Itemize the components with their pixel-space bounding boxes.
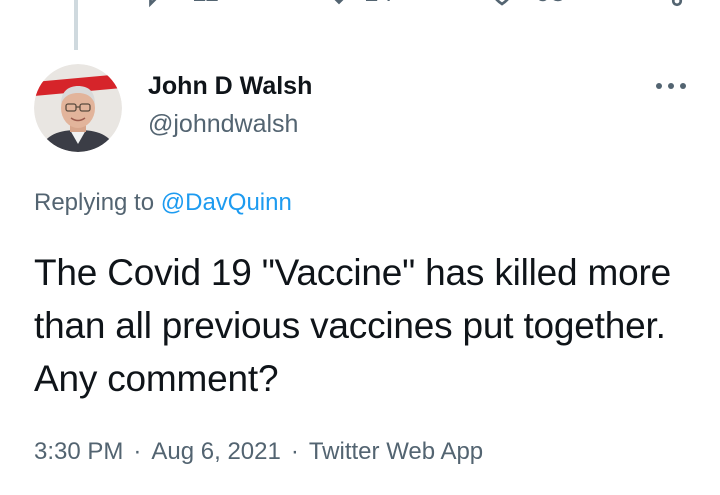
like-icon [495, 0, 509, 6]
tweet-source[interactable]: Twitter Web App [309, 438, 483, 466]
tweet-metadata: 3:30 PM · Aug 6, 2021 · Twitter Web App [34, 438, 483, 466]
reply-count: 11 [192, 0, 219, 8]
reply-icon [149, 0, 157, 8]
more-options-button[interactable] [654, 76, 688, 96]
like-action[interactable]: 93 [484, 0, 565, 10]
tweet-time[interactable]: 3:30 PM [34, 438, 123, 466]
reply-action[interactable]: 11 [140, 0, 219, 10]
replying-to-mention[interactable]: @DavQuinn [161, 189, 292, 216]
avatar-image [34, 64, 122, 152]
meta-separator-1: · [133, 438, 142, 465]
retweet-icon [334, 0, 344, 5]
author-name[interactable]: John D Walsh [148, 72, 312, 101]
avatar[interactable] [34, 64, 122, 152]
thread-connector-line [74, 0, 78, 50]
like-count: 93 [536, 0, 565, 8]
share-action[interactable] [650, 0, 686, 10]
retweet-action[interactable]: 14 [312, 0, 393, 10]
replying-to-prefix: Replying to [34, 189, 155, 216]
replying-to-line: Replying to @DavQuinn [34, 189, 292, 217]
meta-separator-2: · [290, 438, 299, 465]
more-icon [656, 83, 686, 89]
previous-tweet-action-bar: 11 14 93 [0, 0, 720, 18]
retweet-count: 14 [364, 0, 393, 8]
share-icon [671, 0, 683, 7]
author-handle[interactable]: @johndwalsh [148, 110, 298, 139]
tweet-date[interactable]: Aug 6, 2021 [151, 438, 280, 466]
tweet-text: The Covid 19 "Vaccine" has killed more t… [34, 252, 672, 399]
